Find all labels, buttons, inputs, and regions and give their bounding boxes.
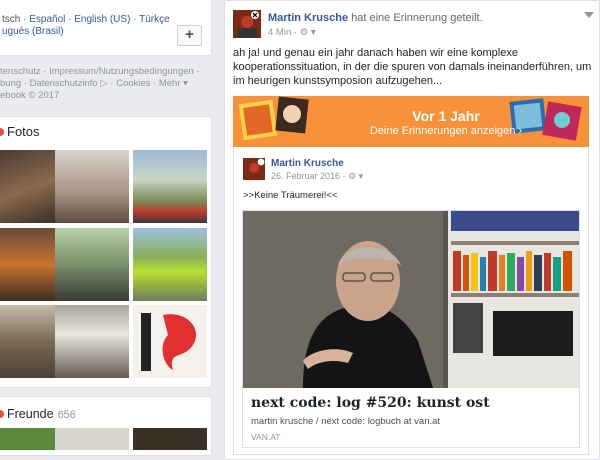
link-preview-description: martin krusche / next code: logbuch at v… [251, 416, 441, 427]
lang-portugues[interactable]: ugués (Brasil) [2, 26, 64, 37]
photo-thumbnail[interactable] [133, 150, 207, 223]
photos-title[interactable]: Fotos [7, 124, 40, 139]
memory-banner[interactable]: Vor 1 Jahr Deine Erinnerungen anzeigen › [233, 96, 589, 147]
language-list-line-2: ugués (Brasil) [2, 26, 64, 37]
post-action-text: hat eine Erinnerung geteilt. [351, 12, 483, 24]
author-avatar[interactable] [233, 10, 261, 38]
friends-title-label: Freunde [7, 407, 54, 421]
photo-thumbnail[interactable] [133, 228, 207, 301]
shared-author-avatar[interactable] [243, 158, 265, 180]
post-meta: 4 Min · ⚙ ▾ [268, 27, 316, 38]
language-list-line-1: tsch · Español · English (US) · Türkçe [2, 14, 170, 25]
friend-thumbnail[interactable] [133, 428, 207, 450]
preview-photo [243, 211, 579, 388]
lang-espanol[interactable]: Español [29, 14, 65, 25]
shared-avatar-image [243, 158, 265, 180]
memory-link[interactable]: Deine Erinnerungen anzeigen › [233, 125, 589, 137]
footer-links: tenschutz · Impressum/Nutzungsbedingunge… [0, 66, 200, 102]
photo-thumbnail[interactable] [55, 228, 129, 301]
footer-line-1[interactable]: tenschutz · Impressum/Nutzungsbedingunge… [0, 66, 200, 78]
lang-deutsch[interactable]: tsch [2, 14, 20, 25]
add-language-button[interactable]: + [177, 25, 202, 46]
post-body-text: ah ja! und genau ein jahr danach haben w… [233, 47, 592, 87]
friends-count: 656 [57, 409, 76, 421]
friends-title[interactable]: Freunde 656 [7, 407, 76, 421]
left-column: tsch · Español · English (US) · Türkçe u… [0, 0, 212, 456]
poster-artwork [141, 313, 197, 371]
post-timestamp[interactable]: 4 Min · [268, 27, 297, 38]
photo-thumbnail[interactable] [55, 305, 129, 378]
shared-audience-icon[interactable]: ⚙ ▾ [348, 171, 363, 181]
link-preview-card[interactable]: next code: log #520: kunst ost martin kr… [242, 210, 580, 448]
shared-post-text: >>Keine Träumerei!<< [243, 190, 338, 201]
photo-thumbnail-poster[interactable] [133, 305, 207, 378]
lang-english[interactable]: English (US) [74, 14, 130, 25]
memory-title: Vor 1 Jahr [412, 108, 480, 124]
avatar-image [233, 10, 261, 38]
shared-author-name[interactable]: Martin Krusche [271, 158, 344, 169]
lang-turkce[interactable]: Türkçe [139, 14, 170, 25]
footer-line-2[interactable]: bung · Datenschutzinfo ▷ · Cookies · Meh… [0, 78, 200, 90]
friend-thumbnail[interactable] [55, 428, 129, 450]
photo-thumbnail[interactable] [55, 150, 129, 223]
post-options-chevron-icon[interactable] [584, 12, 594, 18]
link-preview-title[interactable]: next code: log #520: kunst ost [251, 395, 490, 411]
shared-post-date: 26. Februar 2016 · ⚙ ▾ [271, 171, 363, 182]
post-header: Martin Krusche hat eine Erinnerung getei… [268, 12, 483, 24]
shared-date-text[interactable]: 26. Februar 2016 · [271, 171, 346, 181]
author-name-link[interactable]: Martin Krusche [268, 12, 348, 24]
audience-icon[interactable]: ⚙ ▾ [300, 27, 316, 38]
footer-copyright: ebook © 2017 [0, 90, 60, 101]
link-preview-image[interactable] [243, 211, 579, 388]
link-preview-domain: VAN.AT [251, 432, 281, 442]
